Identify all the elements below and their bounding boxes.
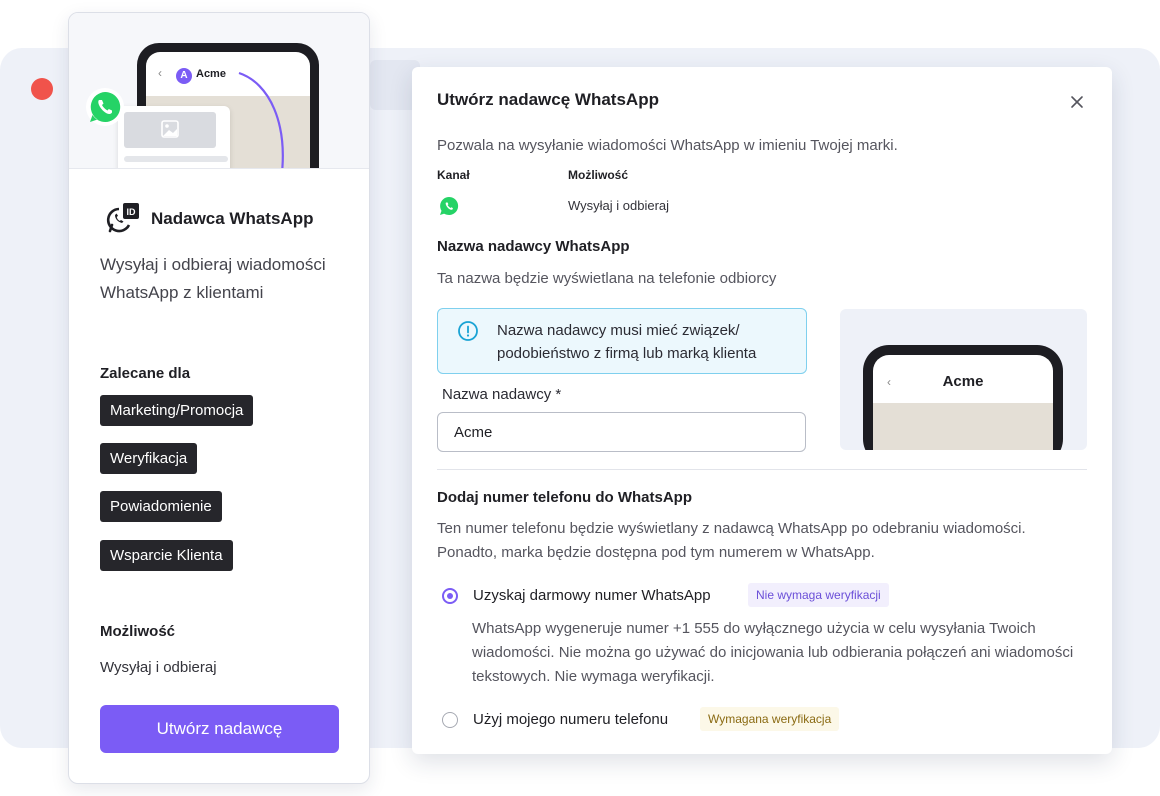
contact-avatar: A [176,68,192,84]
capability-heading: Możliwość [100,623,176,640]
own-number-label[interactable]: Użyj mojego numeru telefonu [473,711,668,728]
phone-number-heading: Dodaj numer telefonu do WhatsApp [437,489,692,506]
sender-name-subtext: Ta nazwa będzie wyświetlana na telefonie… [437,270,777,287]
section-divider [437,469,1087,470]
message-text-line [124,156,228,162]
modal-intro: Pozwala na wysyłanie wiadomości WhatsApp… [437,137,898,154]
card-title: Nadawca WhatsApp [151,209,314,228]
preview-chat-background [873,403,1053,450]
whatsapp-icon [85,87,125,127]
no-verification-badge: Nie wymaga weryfikacji [748,583,889,607]
arrow-icon [238,71,290,168]
radio-free-number[interactable] [442,588,458,604]
modal-title: Utwórz nadawcę WhatsApp [437,90,659,109]
sender-name-label: Nazwa nadawcy * [442,386,562,403]
info-callout: Nazwa nadawcy musi mieć związek/ podobie… [437,308,807,374]
image-placeholder-icon [124,112,216,148]
tag-customer-support: Wsparcie Klienta [100,540,233,571]
contact-name: Acme [196,68,226,80]
info-icon [458,321,478,341]
create-sender-modal: Utwórz nadawcę WhatsApp Pozwala na wysył… [412,67,1112,754]
tag-marketing: Marketing/Promocja [100,395,254,426]
preview-sender-name: Acme [942,373,984,390]
create-sender-button[interactable]: Utwórz nadawcę [100,705,339,753]
tag-notification: Powiadomienie [100,491,222,522]
close-icon [1071,96,1083,108]
verification-required-badge: Wymagana weryfikacja [700,707,840,731]
phone-number-description: Ten numer telefonu będzie wyświetlany z … [437,520,1026,561]
info-text: Nazwa nadawcy musi mieć związek/ podobie… [497,322,757,362]
brand-row: ID Nadawca WhatsApp [105,201,313,237]
capability-value: Wysyłaj i odbieraj [568,198,670,213]
hero-illustration: ‹ A Acme [69,13,369,169]
radio-own-number[interactable] [442,712,458,728]
recommended-heading: Zalecane dla [100,365,191,382]
back-chevron-icon: ‹ [158,66,162,80]
sender-name-input[interactable] [437,412,806,452]
free-number-label[interactable]: Uzyskaj darmowy numer WhatsApp [473,587,711,604]
whatsapp-sender-card: ‹ A Acme ID Nadawca WhatsApp Wysyłaj i o… [68,12,370,784]
sender-name-heading: Nazwa nadawcy WhatsApp [437,238,630,255]
capability-value: Wysyłaj i odbieraj [100,659,217,676]
capability-header: Możliwość [568,168,629,182]
card-description: Wysyłaj i odbieraj wiadomości WhatsApp z… [100,255,326,302]
message-bubble [118,106,230,168]
tag-verification: Weryfikacja [100,443,198,474]
close-button[interactable] [1064,89,1090,115]
whatsapp-icon [439,196,459,216]
brand-icon-text: ID [127,207,137,217]
channel-header: Kanał [437,168,470,182]
whatsapp-id-icon: ID [105,201,141,237]
window-close-dot[interactable] [31,78,53,100]
free-number-description: WhatsApp wygeneruje numer +1 555 do wyłą… [472,620,1074,685]
preview-phone-screen: ‹ Acme [873,355,1053,450]
sender-preview: ‹ Acme [840,309,1087,450]
